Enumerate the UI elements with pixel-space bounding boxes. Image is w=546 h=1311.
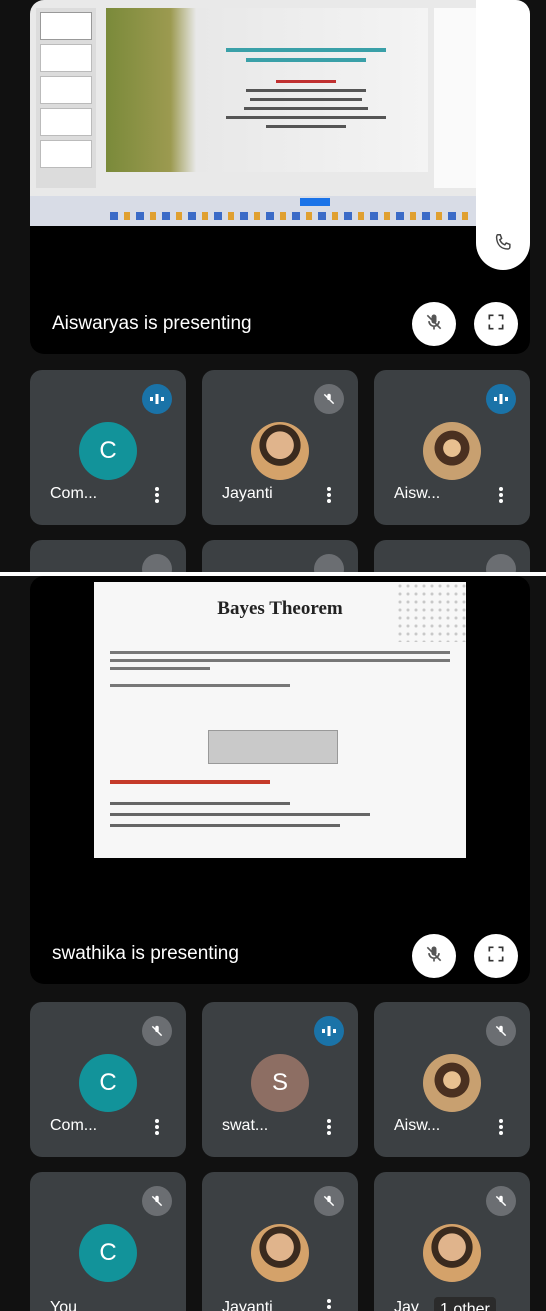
speaking-indicator-icon: [314, 1016, 344, 1046]
formula-box: [208, 730, 338, 764]
slide-title-lines: [226, 42, 386, 134]
mic-off-icon: [486, 1016, 516, 1046]
participant-tile[interactable]: C Com...: [30, 1002, 186, 1157]
mic-off-icon: [314, 554, 344, 572]
participant-tile[interactable]: [374, 540, 530, 572]
shared-screen: [30, 0, 476, 226]
participant-name: Jayanti: [222, 1299, 273, 1311]
mic-off-icon: [142, 1016, 172, 1046]
participant-name: Jayanti: [222, 485, 273, 502]
slide-steps-lines: [110, 794, 370, 835]
mic-off-icon: [142, 554, 172, 572]
participant-tile[interactable]: Jayanti: [202, 370, 358, 525]
ppt-side-pane: [434, 8, 476, 188]
participant-name: You: [50, 1299, 77, 1311]
participant-tile[interactable]: [30, 540, 186, 572]
presentation-stage[interactable]: Bayes Theorem swathika is presenting: [30, 576, 530, 984]
slide-decoration: [396, 582, 466, 642]
more-vert-icon[interactable]: [154, 1117, 160, 1139]
participant-tile[interactable]: Jay 1 other: [374, 1172, 530, 1311]
participant-name: swat...: [222, 1117, 269, 1134]
participant-name: Jay: [394, 1299, 419, 1311]
more-vert-icon[interactable]: [498, 485, 504, 507]
speaking-indicator-icon: [486, 384, 516, 414]
more-vert-icon[interactable]: [326, 1117, 332, 1139]
presenting-label: swathika is presenting: [52, 943, 239, 964]
participant-name: Com...: [50, 485, 98, 502]
more-vert-icon[interactable]: [154, 485, 160, 507]
more-vert-icon[interactable]: [326, 1297, 332, 1311]
participant-tile[interactable]: Aisw...: [374, 1002, 530, 1157]
mic-off-icon: [314, 1186, 344, 1216]
meet-screenshot-1: Aiswaryas is presenting C Com... Jayanti…: [0, 0, 546, 572]
windows-taskbar: [30, 196, 476, 226]
avatar: [423, 1054, 481, 1112]
phone-icon[interactable]: [478, 218, 528, 268]
slide-body-lines: [110, 646, 450, 692]
presentation-stage[interactable]: Aiswaryas is presenting: [30, 0, 530, 354]
avatar: C: [79, 1054, 137, 1112]
current-slide: [106, 8, 428, 172]
more-vert-icon[interactable]: [498, 1117, 504, 1139]
fullscreen-icon: [486, 944, 506, 969]
mic-off-icon: [424, 944, 444, 969]
mic-off-icon: [424, 312, 444, 337]
presenting-label: Aiswaryas is presenting: [52, 313, 252, 334]
mic-off-icon: [486, 1186, 516, 1216]
participant-tile[interactable]: Aisw...: [374, 370, 530, 525]
more-options-pill[interactable]: [476, 0, 530, 270]
avatar: S: [251, 1054, 309, 1112]
shared-slide: Bayes Theorem: [94, 582, 466, 858]
participant-name: Aisw...: [394, 485, 441, 502]
slide-subheading-line: [110, 780, 270, 784]
participant-name: Com...: [50, 1117, 98, 1134]
participant-tile[interactable]: Jayanti: [202, 1172, 358, 1311]
participant-tile[interactable]: C Com...: [30, 370, 186, 525]
mute-presentation-button[interactable]: [412, 302, 456, 346]
participant-tile[interactable]: [202, 540, 358, 572]
avatar: [423, 1224, 481, 1282]
mic-off-icon: [486, 554, 516, 572]
more-vert-icon[interactable]: [326, 485, 332, 507]
slide-thumbnails: [36, 8, 96, 188]
fullscreen-button[interactable]: [474, 934, 518, 978]
avatar: [251, 1224, 309, 1282]
participant-tile[interactable]: S swat...: [202, 1002, 358, 1157]
mute-presentation-button[interactable]: [412, 934, 456, 978]
avatar: [423, 422, 481, 480]
participant-tile[interactable]: C You: [30, 1172, 186, 1311]
participant-name: Aisw...: [394, 1117, 441, 1134]
others-count-badge[interactable]: 1 other: [434, 1297, 496, 1311]
fullscreen-button[interactable]: [474, 302, 518, 346]
avatar: C: [79, 422, 137, 480]
avatar: C: [79, 1224, 137, 1282]
avatar: [251, 422, 309, 480]
speaking-indicator-icon: [142, 384, 172, 414]
fullscreen-icon: [486, 312, 506, 337]
mic-off-icon: [142, 1186, 172, 1216]
mic-off-icon: [314, 384, 344, 414]
meet-screenshot-2: Bayes Theorem swathika is presenting C C…: [0, 576, 546, 1311]
